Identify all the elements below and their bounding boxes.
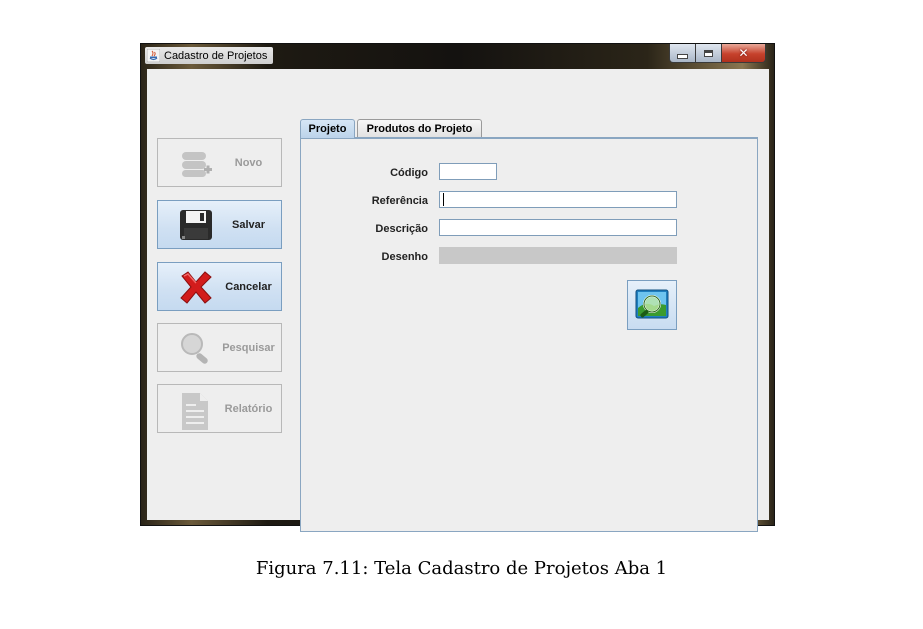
relatorio-button-label: Relatório <box>224 402 273 415</box>
codigo-field[interactable] <box>439 163 497 180</box>
red-x-icon <box>180 271 212 304</box>
main-window: Cadastro de Projetos ✕ Novo Salvar Cance… <box>140 43 775 532</box>
salvar-button-label: Salvar <box>231 218 266 231</box>
title-bar[interactable]: Cadastro de Projetos ✕ <box>141 44 774 68</box>
codigo-label: Código <box>390 167 428 179</box>
referencia-field[interactable] <box>439 191 677 208</box>
maximize-icon <box>704 49 713 57</box>
new-record-icon <box>182 152 212 177</box>
window-controls: ✕ <box>669 44 766 63</box>
referencia-label: Referência <box>371 195 428 207</box>
figure-caption: Figura 7.11: Tela Cadastro de Projetos A… <box>255 558 668 579</box>
minimize-button[interactable] <box>669 44 696 63</box>
cancelar-button-label: Cancelar <box>225 280 272 293</box>
tab-projeto[interactable]: Projeto <box>300 119 355 138</box>
title-container: Cadastro de Projetos <box>145 47 274 64</box>
pesquisar-button[interactable]: Pesquisar <box>157 323 282 372</box>
descricao-label: Descrição <box>375 223 428 235</box>
desenho-label: Desenho <box>381 251 428 263</box>
novo-button-label: Novo <box>234 156 263 169</box>
window-title: Cadastro de Projetos <box>164 49 268 62</box>
image-search-icon <box>635 289 669 319</box>
minimize-icon <box>677 53 688 59</box>
floppy-disk-icon <box>180 210 212 240</box>
document-icon <box>182 393 208 430</box>
close-icon: ✕ <box>738 46 749 60</box>
relatorio-button[interactable]: Relatório <box>157 384 282 433</box>
close-button[interactable]: ✕ <box>722 44 766 63</box>
novo-button[interactable]: Novo <box>157 138 282 187</box>
image-search-button[interactable] <box>627 280 677 330</box>
magnifier-icon <box>181 333 208 364</box>
tab-panel-projeto: Código Referência Descrição Desenho <box>300 137 758 532</box>
salvar-button[interactable]: Salvar <box>157 200 282 249</box>
cancelar-button[interactable]: Cancelar <box>157 262 282 311</box>
pesquisar-button-label: Pesquisar <box>222 341 275 354</box>
descricao-field[interactable] <box>439 219 677 236</box>
window-content: Novo Salvar Cancelar Pesquisar Relatório… <box>147 69 769 532</box>
java-app-icon <box>147 49 160 62</box>
tab-produtos-do-projeto[interactable]: Produtos do Projeto <box>357 119 482 137</box>
desenho-field <box>439 247 677 264</box>
maximize-button[interactable] <box>696 44 722 63</box>
text-cursor <box>443 193 444 206</box>
